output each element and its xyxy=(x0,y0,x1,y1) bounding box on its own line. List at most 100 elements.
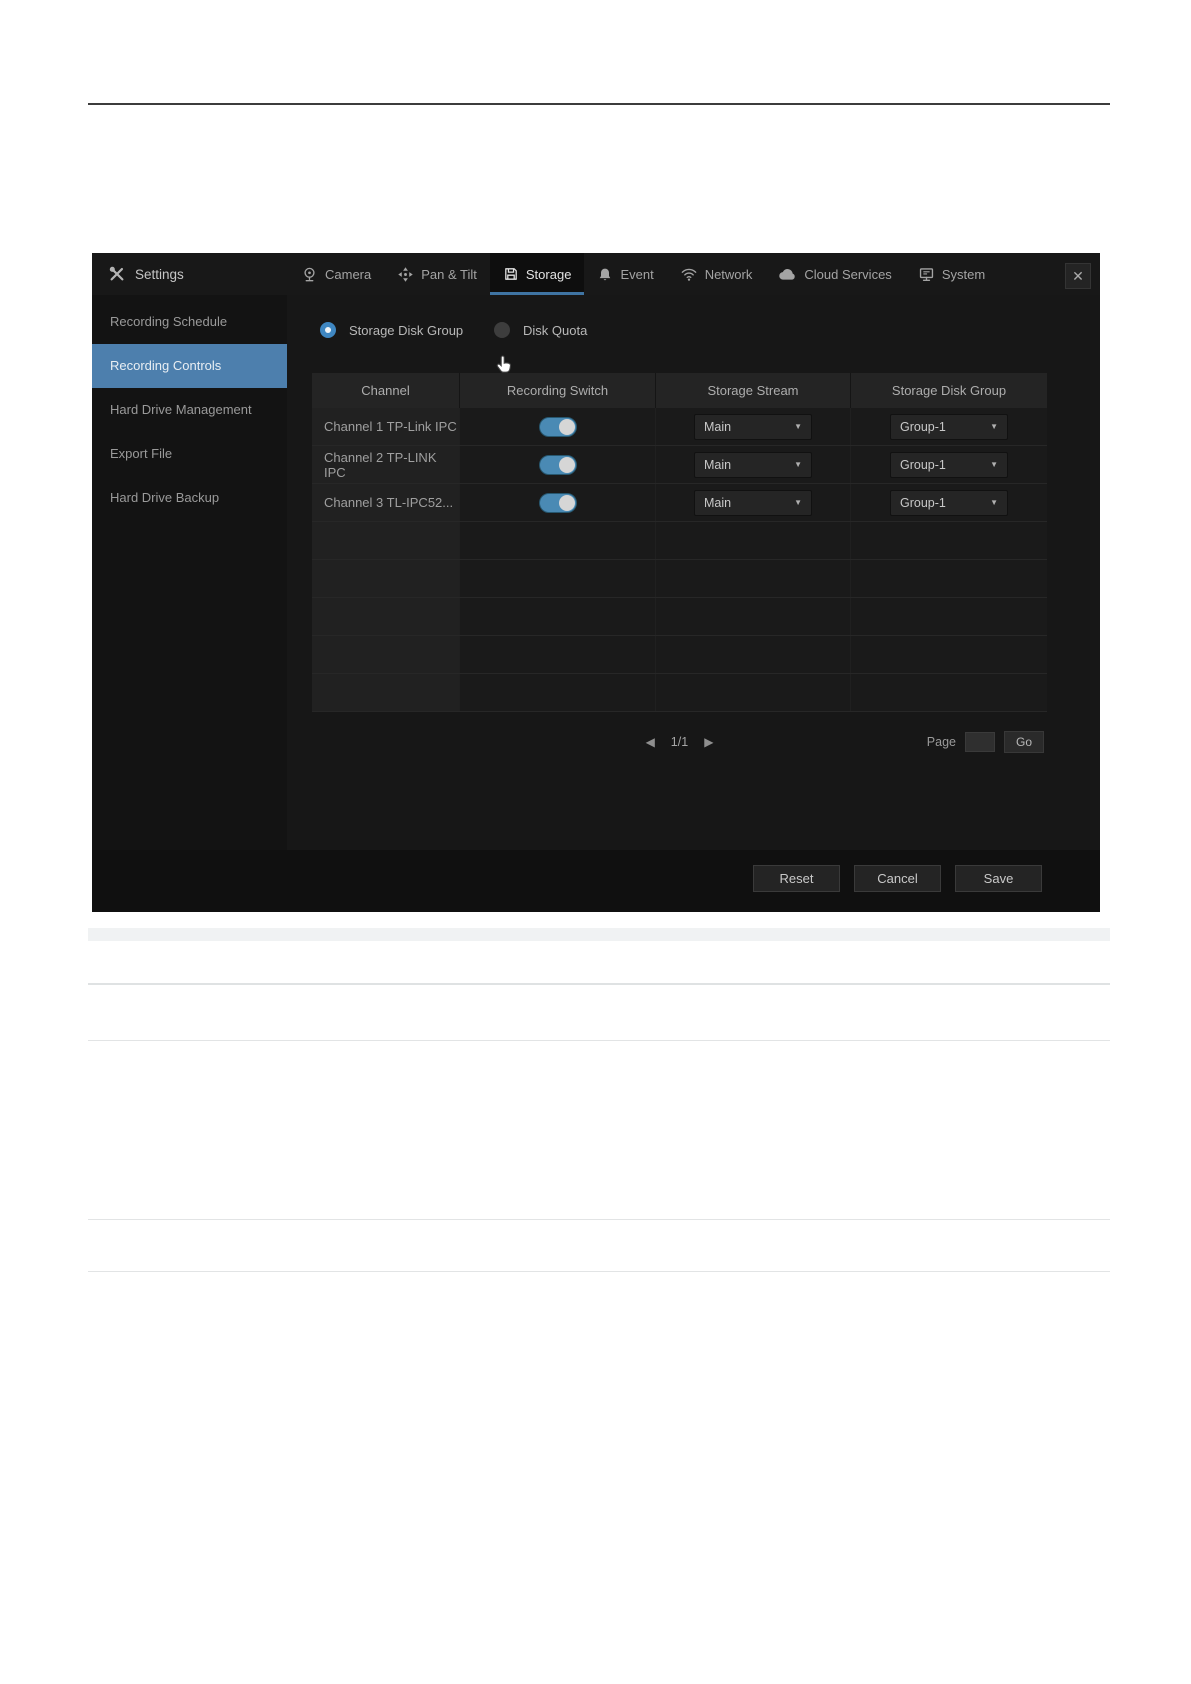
tab-label: Pan & Tilt xyxy=(421,266,477,282)
go-button[interactable]: Go xyxy=(1004,731,1044,753)
table-row: Channel 3 TL-IPC52... Main ▼ Group-1 ▼ xyxy=(312,484,1047,522)
radio-label: Disk Quota xyxy=(523,322,588,338)
storage-icon xyxy=(503,266,519,282)
document-rule xyxy=(88,1040,1110,1041)
tab-camera[interactable]: Camera xyxy=(288,253,384,295)
sidebar-item-recording-controls[interactable]: Recording Controls xyxy=(92,344,287,388)
page-label: Page xyxy=(926,735,956,749)
sidebar: Recording Schedule Recording Controls Hard… xyxy=(92,295,287,850)
sidebar-list: Recording Schedule Recording Controls Hard… xyxy=(92,295,287,520)
radio-storage-disk-group[interactable]: Storage Disk Group xyxy=(320,319,463,341)
table-row-empty xyxy=(312,636,1047,674)
tab-label: Storage xyxy=(525,266,572,282)
settings-dialog: Settings Camera Pan & Tilt Storage Event Net… xyxy=(92,253,1100,912)
channel-table: Channel Recording Switch Storage Stream Sto… xyxy=(312,373,1047,712)
tab-event[interactable]: Event xyxy=(584,253,666,295)
network-icon xyxy=(680,266,698,282)
empty-cell xyxy=(850,636,1047,673)
empty-cell xyxy=(655,560,850,597)
settings-title-group: Settings xyxy=(108,253,184,295)
tab-system[interactable]: System xyxy=(905,253,998,295)
empty-cell xyxy=(312,560,459,597)
cloud-icon xyxy=(778,267,797,281)
next-page-icon[interactable]: ▶ xyxy=(704,735,713,749)
empty-cell xyxy=(459,522,655,559)
table-row-empty xyxy=(312,522,1047,560)
camera-icon xyxy=(301,266,318,283)
channel-cell: Channel 3 TL-IPC52... xyxy=(312,484,459,521)
dropdown-value: Main xyxy=(704,457,732,472)
radio-label: Storage Disk Group xyxy=(349,322,464,338)
storage-stream-dropdown[interactable]: Main ▼ xyxy=(694,413,812,440)
radio-off-icon[interactable] xyxy=(494,322,510,338)
recording-switch-cell xyxy=(459,408,655,445)
tab-label: Network xyxy=(704,266,753,282)
chevron-down-icon: ▼ xyxy=(990,460,998,469)
dropdown-value: Main xyxy=(704,419,732,434)
empty-cell xyxy=(312,636,459,673)
document-table-band xyxy=(88,928,1110,941)
storage-stream-cell: Main ▼ xyxy=(655,408,850,445)
document-header-rule xyxy=(88,103,1110,105)
storage-disk-group-dropdown[interactable]: Group-1 ▼ xyxy=(890,451,1008,478)
save-button[interactable]: Save xyxy=(955,865,1042,892)
prev-page-icon[interactable]: ◀ xyxy=(646,735,655,749)
cancel-button[interactable]: Cancel xyxy=(854,865,941,892)
sidebar-item-hard-drive-backup[interactable]: Hard Drive Backup xyxy=(92,476,287,520)
channel-table-rows: Channel 1 TP-Link IPC Main ▼ Group-1 ▼ Channe… xyxy=(312,408,1047,712)
recording-toggle-on[interactable] xyxy=(538,492,577,513)
storage-disk-group-cell: Group-1 ▼ xyxy=(850,408,1047,445)
tab-pan-tilt[interactable]: Pan & Tilt xyxy=(384,253,490,295)
table-row: Channel 2 TP-LINK IPC Main ▼ Group-1 ▼ xyxy=(312,446,1047,484)
page-input[interactable] xyxy=(965,732,995,752)
storage-stream-dropdown[interactable]: Main ▼ xyxy=(694,451,812,478)
storage-stream-cell: Main ▼ xyxy=(655,484,850,521)
pan-tilt-icon xyxy=(397,266,414,283)
reset-button[interactable]: Reset xyxy=(753,865,840,892)
tabstrip: Camera Pan & Tilt Storage Event Network Cloud… xyxy=(288,253,998,295)
sidebar-item-export-file[interactable]: Export File xyxy=(92,432,287,476)
bell-icon xyxy=(597,266,613,283)
sidebar-item-recording-schedule[interactable]: Recording Schedule xyxy=(92,300,287,344)
tab-label: Camera xyxy=(325,266,372,282)
tab-label: Cloud Services xyxy=(804,266,892,282)
system-icon xyxy=(918,266,935,283)
chevron-down-icon: ▼ xyxy=(990,422,998,431)
storage-disk-group-dropdown[interactable]: Group-1 ▼ xyxy=(890,489,1008,516)
dropdown-value: Main xyxy=(704,495,732,510)
channel-cell: Channel 2 TP-LINK IPC xyxy=(312,446,459,483)
column-header-storage-stream: Storage Stream xyxy=(655,373,850,408)
empty-cell xyxy=(459,636,655,673)
empty-cell xyxy=(459,674,655,711)
chevron-down-icon: ▼ xyxy=(794,460,802,469)
storage-mode-options: Storage Disk Group Disk Quota xyxy=(287,319,1100,373)
tab-cloud-services[interactable]: Cloud Services xyxy=(765,253,904,295)
empty-cell xyxy=(850,560,1047,597)
tab-storage[interactable]: Storage xyxy=(489,253,585,295)
sidebar-item-hard-drive-management[interactable]: Hard Drive Management xyxy=(92,388,287,432)
radio-on-icon[interactable] xyxy=(320,322,336,338)
pagination-bar: ◀ 1/1 ▶ Page Go xyxy=(312,730,1047,754)
settings-topbar: Settings Camera Pan & Tilt Storage Event Net… xyxy=(92,253,1100,295)
storage-stream-dropdown[interactable]: Main ▼ xyxy=(694,489,812,516)
empty-cell xyxy=(850,598,1047,635)
table-row-empty xyxy=(312,560,1047,598)
close-icon[interactable]: ✕ xyxy=(1065,263,1091,289)
storage-disk-group-dropdown[interactable]: Group-1 ▼ xyxy=(890,413,1008,440)
recording-switch-cell xyxy=(459,484,655,521)
empty-cell xyxy=(312,598,459,635)
empty-cell xyxy=(459,598,655,635)
dropdown-value: Group-1 xyxy=(900,495,946,510)
settings-title: Settings xyxy=(135,266,184,282)
radio-disk-quota[interactable]: Disk Quota xyxy=(494,319,587,341)
column-header-recording-switch: Recording Switch xyxy=(459,373,655,408)
dropdown-value: Group-1 xyxy=(900,457,946,472)
document-rule xyxy=(88,1271,1110,1272)
empty-cell xyxy=(850,522,1047,559)
tab-network[interactable]: Network xyxy=(667,253,766,295)
document-page: Settings Camera Pan & Tilt Storage Event Net… xyxy=(0,0,1191,1684)
recording-toggle-on[interactable] xyxy=(538,454,577,475)
column-header-storage-disk-group: Storage Disk Group xyxy=(850,373,1047,408)
column-header-channel: Channel xyxy=(361,383,410,398)
recording-toggle-on[interactable] xyxy=(538,416,577,437)
